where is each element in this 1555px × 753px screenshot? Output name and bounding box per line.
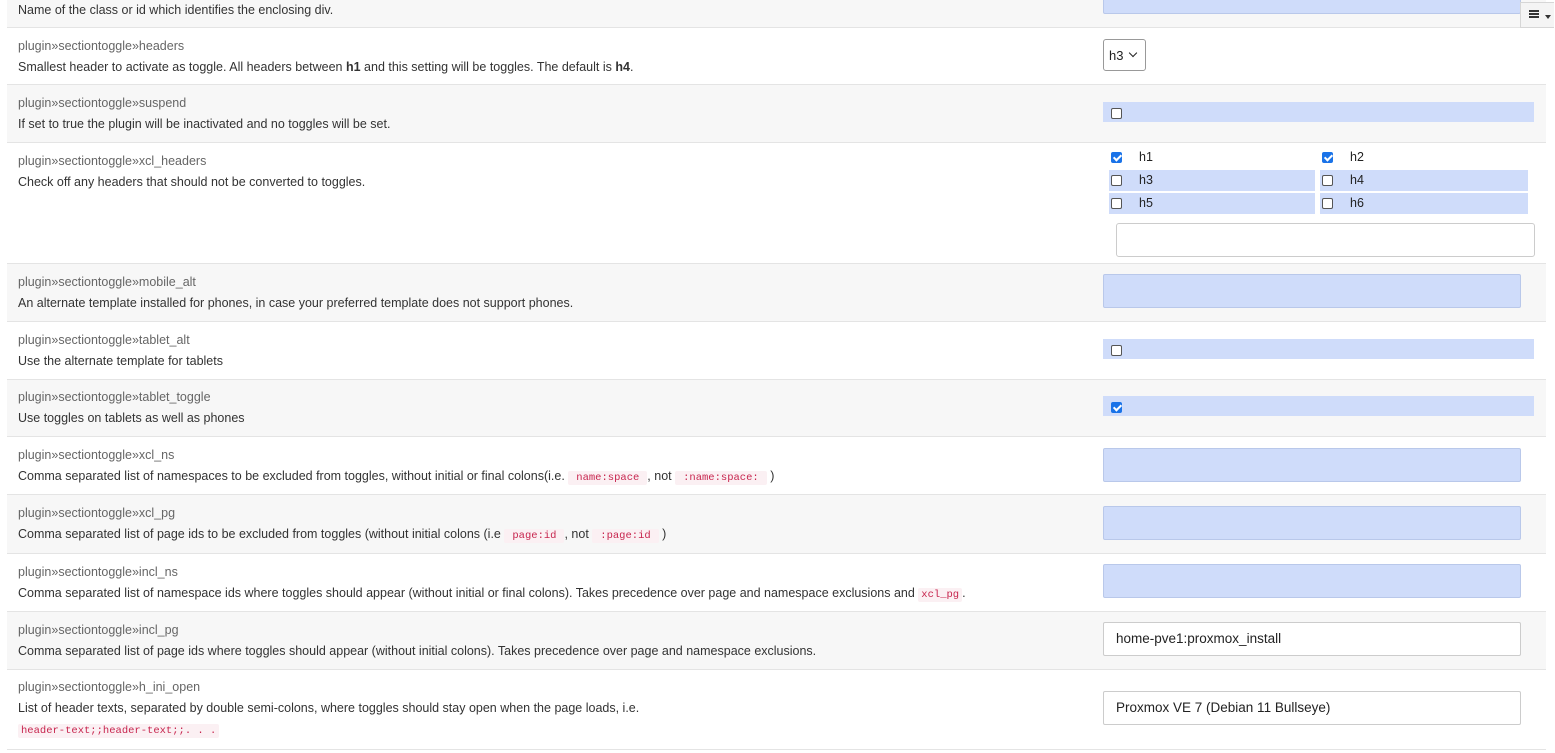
setting-key: plugin»sectiontoggle»headers	[18, 39, 185, 53]
setting-description: Use the alternate template for tablets	[18, 354, 223, 368]
setting-description: Comma separated list of page ids where t…	[18, 644, 817, 658]
xcl-headers-other-input[interactable]	[1116, 223, 1535, 257]
setting-key: plugin»sectiontoggle»tablet_alt	[18, 333, 190, 347]
setting-description: Name of the class or id which identifies…	[18, 3, 334, 17]
tablet-toggle-checkbox-field	[1103, 396, 1534, 416]
setting-description: List of header texts, separated by doubl…	[18, 701, 640, 715]
xcl-header-option-h4[interactable]: h4	[1320, 170, 1528, 191]
setting-description: An alternate template installed for phon…	[18, 296, 574, 310]
setting-key: plugin»sectiontoggle»h_ini_open	[18, 680, 201, 694]
enclosing-div-input[interactable]	[1103, 0, 1521, 14]
setting-key: plugin»sectiontoggle»tablet_toggle	[18, 390, 211, 404]
tablet-alt-checkbox[interactable]	[1111, 345, 1122, 356]
setting-description: Smallest header to activate as toggle. A…	[18, 60, 634, 74]
setting-key: plugin»sectiontoggle»suspend	[18, 96, 187, 110]
xcl-header-h4-checkbox[interactable]	[1322, 175, 1333, 186]
incl-pg-input[interactable]: home-pve1:proxmox_install	[1103, 622, 1521, 656]
xcl-header-h3-checkbox[interactable]	[1111, 175, 1122, 186]
page-tools-button[interactable]	[1520, 2, 1554, 28]
xcl-pg-input[interactable]	[1103, 506, 1521, 540]
xcl-header-option-h1[interactable]: h1	[1109, 147, 1315, 168]
xcl-header-option-h6[interactable]: h6	[1320, 193, 1528, 214]
setting-key: plugin»sectiontoggle»incl_ns	[18, 565, 178, 579]
setting-description: Check off any headers that should not be…	[18, 175, 366, 189]
setting-key: plugin»sectiontoggle»xcl_headers	[18, 154, 207, 168]
tablet-alt-checkbox-field	[1103, 339, 1534, 359]
setting-description: Use toggles on tablets as well as phones	[18, 411, 245, 425]
tablet-toggle-checkbox[interactable]	[1111, 402, 1122, 413]
xcl-header-option-h2[interactable]: h2	[1320, 147, 1528, 168]
header-text-example: header-text;;header-text;;. . .	[18, 724, 220, 738]
incl-ns-input[interactable]	[1103, 564, 1521, 598]
setting-key: plugin»sectiontoggle»xcl_ns	[18, 448, 175, 462]
list-icon	[1529, 10, 1539, 18]
setting-description: If set to true the plugin will be inacti…	[18, 117, 391, 131]
xcl-header-h1-checkbox[interactable]	[1111, 152, 1122, 163]
setting-description: Comma separated list of page ids to be e…	[18, 527, 667, 543]
headers-select[interactable]: h3	[1103, 39, 1146, 71]
h-ini-open-input[interactable]: Proxmox VE 7 (Debian 11 Bullseye)	[1103, 691, 1521, 725]
xcl-ns-input[interactable]	[1103, 448, 1521, 482]
setting-description: Comma separated list of namespace ids wh…	[18, 586, 966, 602]
xcl-header-h6-checkbox[interactable]	[1322, 198, 1333, 209]
setting-description: Comma separated list of namespaces to be…	[18, 469, 775, 485]
xcl-header-h2-checkbox[interactable]	[1322, 152, 1333, 163]
setting-key: plugin»sectiontoggle»xcl_pg	[18, 506, 176, 520]
setting-key: plugin»sectiontoggle»incl_pg	[18, 623, 179, 637]
setting-key: plugin»sectiontoggle»mobile_alt	[18, 275, 196, 289]
xcl-header-option-h3[interactable]: h3	[1109, 170, 1315, 191]
caret-down-icon	[1545, 15, 1551, 19]
suspend-checkbox-field	[1103, 102, 1534, 122]
suspend-checkbox[interactable]	[1111, 108, 1122, 119]
setting-row-headers: plugin»sectiontoggle»headers Smallest he…	[7, 28, 1546, 85]
xcl-header-option-h5[interactable]: h5	[1109, 193, 1315, 214]
xcl-header-h5-checkbox[interactable]	[1111, 198, 1122, 209]
mobile-alt-input[interactable]	[1103, 274, 1521, 308]
chevron-down-icon	[1128, 48, 1138, 58]
